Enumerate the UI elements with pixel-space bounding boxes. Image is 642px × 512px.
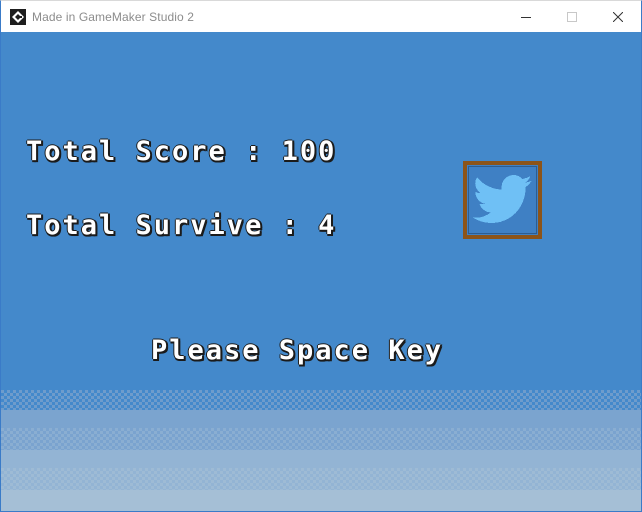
ground-band	[1, 428, 641, 450]
ground-band	[1, 490, 641, 511]
total-survive-label: Total Survive : 4	[26, 210, 337, 241]
press-space-prompt: Please Space Key	[151, 335, 444, 366]
close-button[interactable]	[595, 1, 641, 32]
minimize-icon	[521, 16, 531, 18]
close-icon	[613, 11, 623, 22]
window-controls	[503, 1, 641, 32]
ground-band	[1, 410, 641, 428]
ground-band	[1, 468, 641, 490]
twitter-share-button[interactable]	[463, 161, 542, 239]
app-window: Made in GameMaker Studio 2 Total Score:…	[0, 0, 642, 512]
maximize-icon	[567, 11, 577, 22]
game-canvas[interactable]: Total Score : 100 Total Survive : 4 Plea…	[1, 32, 641, 511]
total-score-label: Total Score : 100	[26, 136, 337, 167]
window-title: Made in GameMaker Studio 2	[32, 9, 195, 24]
ground-band	[1, 450, 641, 468]
twitter-bird-icon	[473, 175, 532, 223]
minimize-button[interactable]	[503, 1, 549, 32]
ground-band	[1, 390, 641, 410]
title-bar[interactable]: Made in GameMaker Studio 2	[1, 1, 641, 32]
gamemaker-icon	[10, 8, 26, 25]
maximize-button[interactable]	[549, 1, 595, 32]
